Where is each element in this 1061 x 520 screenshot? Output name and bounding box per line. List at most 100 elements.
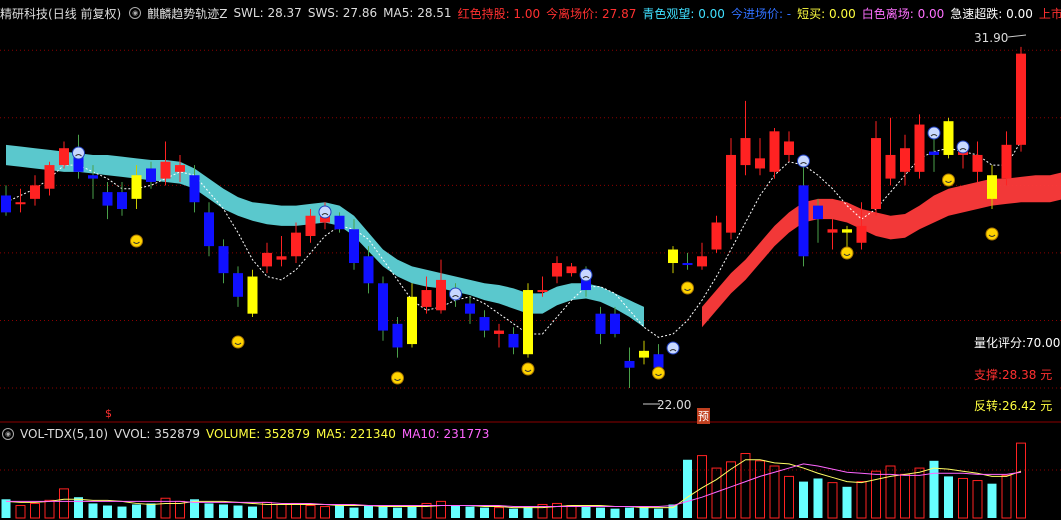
- candle-body: [305, 215, 316, 237]
- volume-bar: [987, 483, 997, 518]
- sad-face-icon: [579, 268, 593, 282]
- candle-body: [639, 350, 649, 358]
- price-volume-chart[interactable]: [0, 0, 1061, 520]
- volume-bar: [204, 503, 214, 518]
- sad-face-icon: [927, 126, 941, 140]
- candle-body: [566, 266, 577, 274]
- volume-bar: [1001, 474, 1012, 519]
- volume-bar: [132, 504, 141, 518]
- volume-bar: [1016, 442, 1026, 519]
- candle-body: [189, 175, 200, 203]
- candle-body: [262, 252, 272, 267]
- candle-body: [697, 256, 707, 267]
- candle-body: [755, 158, 765, 169]
- volume-bar: [885, 465, 896, 519]
- quant-score-label: 量化评分:70.00: [974, 336, 1061, 350]
- volume-bar: [566, 505, 577, 519]
- volume-bar: [117, 506, 127, 518]
- candle-body: [871, 138, 881, 209]
- candle-body: [1001, 144, 1012, 179]
- candle-body: [233, 273, 243, 297]
- candle-body: [813, 205, 823, 220]
- volume-bar: [654, 508, 663, 518]
- sad-face-icon: [72, 146, 85, 160]
- candle-body: [784, 141, 794, 155]
- candle-body: [610, 313, 620, 334]
- volume-bar: [799, 481, 808, 518]
- forecast-tag: 预: [697, 408, 710, 424]
- candle-body: [798, 185, 809, 257]
- volume-bar: [407, 505, 417, 518]
- candle-body: [276, 256, 287, 260]
- candle-body: [175, 165, 185, 172]
- volume-bar: [364, 505, 373, 518]
- candle-body: [349, 229, 359, 264]
- smiley-icon: [652, 366, 665, 380]
- candle-body: [247, 276, 258, 314]
- candle-body: [682, 263, 693, 266]
- volume-bar: [552, 502, 562, 519]
- dollar-marker: $: [105, 407, 112, 420]
- volume-bar: [769, 465, 780, 519]
- candle-body: [595, 313, 606, 334]
- volume-bar: [233, 505, 243, 518]
- volume-bar: [1, 499, 11, 518]
- candle-body: [653, 354, 664, 368]
- volume-bar: [436, 500, 446, 519]
- candle-body: [740, 138, 751, 166]
- candle-body: [465, 303, 475, 314]
- volume-bar: [900, 473, 910, 519]
- volume-bar: [44, 499, 55, 519]
- candle-body: [668, 249, 678, 264]
- candle-body: [537, 290, 548, 293]
- volume-bar: [349, 507, 359, 518]
- volume-bar: [103, 505, 112, 518]
- volume-bar: [305, 505, 316, 519]
- volume-bar: [784, 475, 794, 519]
- candle-body: [856, 225, 867, 243]
- sad-face-icon: [318, 205, 332, 219]
- volume-bar: [465, 506, 475, 518]
- sad-face-icon: [449, 287, 462, 301]
- candle-body: [363, 256, 374, 284]
- smiley-icon: [840, 246, 854, 260]
- candle-body: [88, 175, 98, 179]
- smiley-icon: [521, 362, 535, 376]
- volume-bar: [276, 503, 287, 519]
- volume-bar: [639, 506, 649, 518]
- volume-bar: [972, 480, 983, 519]
- volume-bar: [697, 455, 707, 519]
- candle-body: [842, 229, 852, 233]
- candle-body: [1, 195, 11, 213]
- candle-body: [494, 330, 504, 334]
- volume-bar: [813, 478, 823, 518]
- smiley-icon: [985, 227, 999, 241]
- smiley-icon: [130, 234, 143, 248]
- support-label: 支撑:28.38 元: [974, 368, 1053, 382]
- candle-body: [479, 317, 490, 331]
- candle-body: [131, 175, 142, 199]
- candle-body: [726, 154, 736, 233]
- volume-bar: [871, 470, 881, 519]
- volume-bar: [59, 488, 69, 519]
- volume-bar: [248, 506, 257, 518]
- candle-body: [972, 154, 983, 172]
- volume-bar: [393, 507, 402, 518]
- candle-body: [523, 290, 533, 355]
- volume-bar: [581, 506, 591, 518]
- candle-body: [117, 192, 127, 209]
- volume-bar: [683, 459, 692, 518]
- candle-body: [885, 154, 896, 179]
- volume-bar: [146, 503, 156, 518]
- candle-body: [987, 175, 997, 199]
- volume-bar: [451, 505, 460, 518]
- high-arrow: [1007, 34, 1027, 38]
- candle-body: [160, 161, 171, 179]
- volume-bar: [88, 503, 98, 518]
- smiley-icon: [681, 281, 694, 295]
- smiley-icon: [942, 173, 955, 187]
- volume-bar: [378, 506, 388, 518]
- candle-body: [552, 263, 562, 277]
- volume-bar: [219, 504, 228, 518]
- volume-bar: [596, 507, 605, 518]
